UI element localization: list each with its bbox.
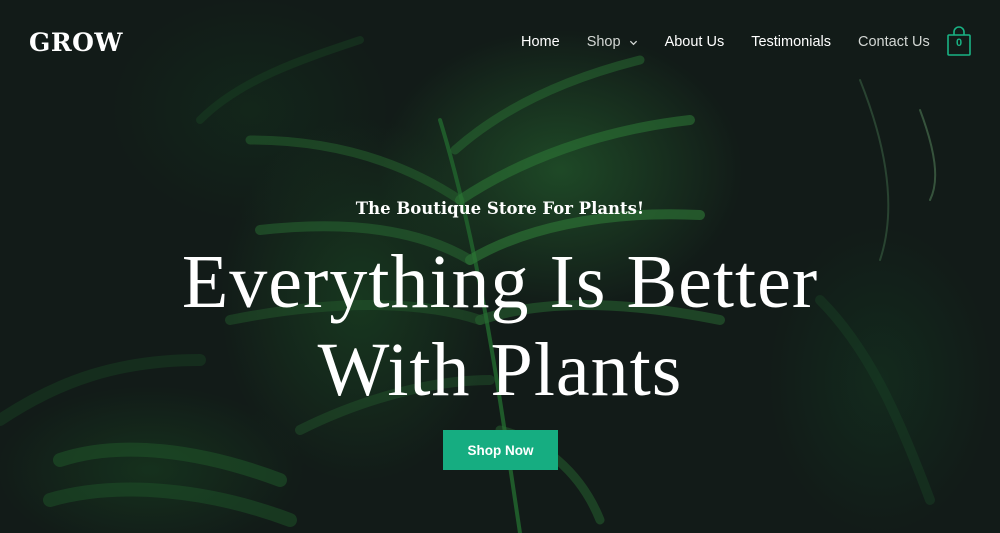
main-nav: Home Shop About Us Testimonials Contact … <box>521 34 957 50</box>
hero-tagline: The Boutique Store For Plants! <box>355 199 645 218</box>
nav-testimonials[interactable]: Testimonials <box>751 34 831 50</box>
nav-contact-us[interactable]: Contact Us <box>858 34 930 50</box>
nav-contact-us-label: Contact Us <box>858 34 930 50</box>
nav-shop-label: Shop <box>586 34 621 50</box>
brand-logo[interactable]: GROW <box>29 28 123 57</box>
cart-count-badge: 0 <box>955 37 963 49</box>
nav-about-us-label: About Us <box>664 34 725 50</box>
nav-home-label: Home <box>521 34 560 50</box>
hero-headline-line-2: With Plants <box>317 328 683 412</box>
nav-home[interactable]: Home <box>521 34 560 50</box>
nav-testimonials-label: Testimonials <box>751 34 831 50</box>
site-header: GROW Home Shop About Us Testimonials Con… <box>0 0 1000 86</box>
hero-headline: Everything Is Better With Plants <box>0 238 1000 414</box>
hero-headline-line-1: Everything Is Better <box>181 240 819 324</box>
nav-about-us[interactable]: About Us <box>665 34 725 50</box>
cart-button[interactable]: 0 <box>946 25 972 57</box>
chevron-down-icon <box>629 40 637 45</box>
nav-shop[interactable]: Shop <box>587 34 638 50</box>
shop-now-button[interactable]: Shop Now <box>443 430 558 470</box>
